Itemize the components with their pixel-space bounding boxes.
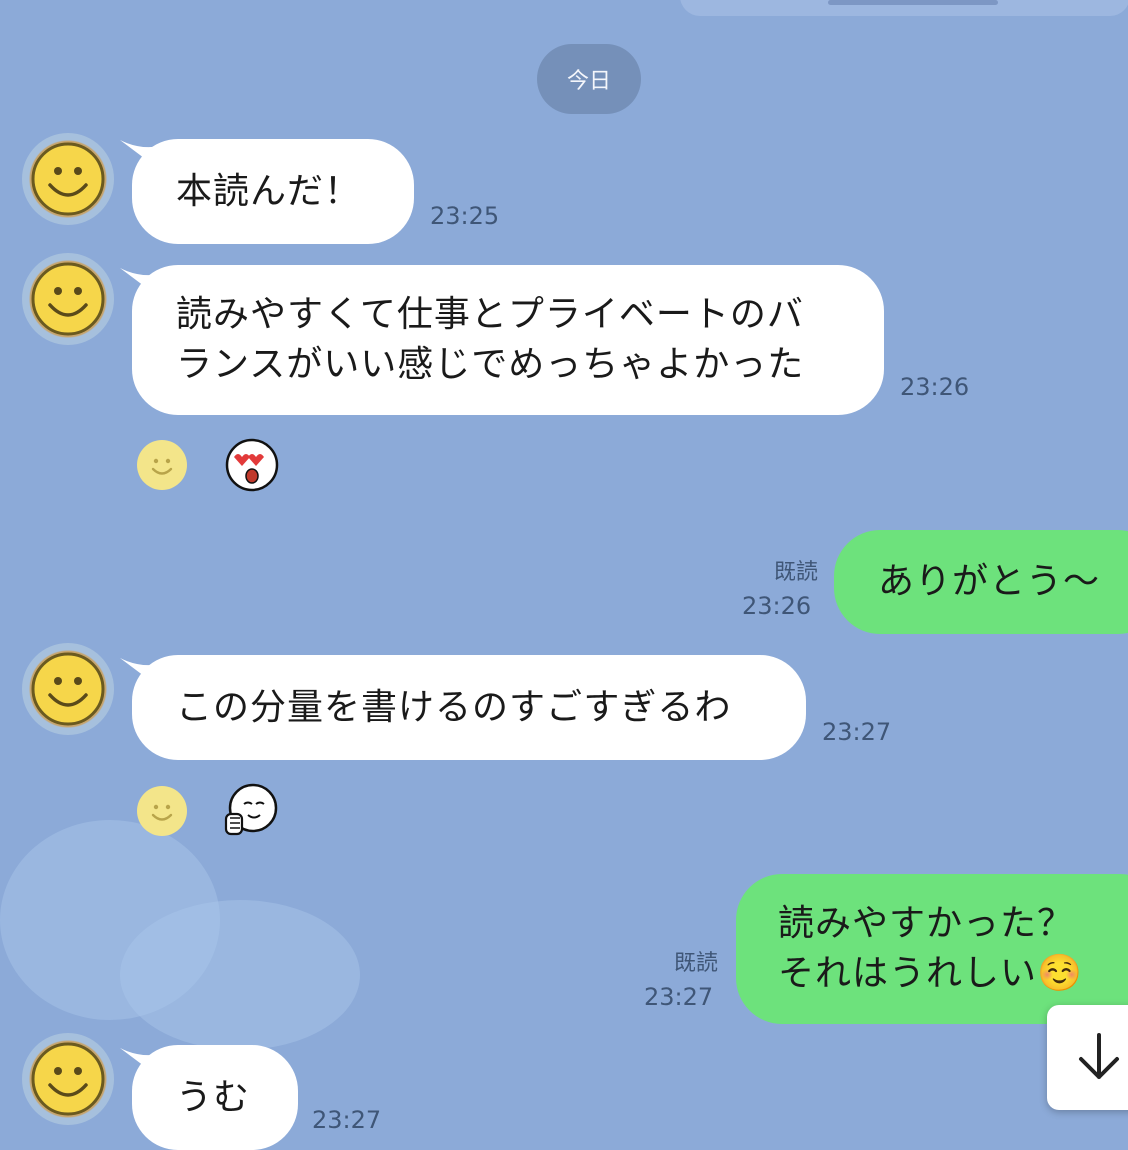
background-cloud	[120, 900, 360, 1050]
avatar[interactable]	[22, 1033, 114, 1125]
message-time: 23:27	[822, 718, 892, 746]
thumbs-up-sticker[interactable]	[222, 782, 278, 838]
message-bubble[interactable]: ありがとう〜	[834, 530, 1128, 634]
smile-icon[interactable]	[137, 786, 187, 836]
arrow-down-icon	[1079, 1033, 1119, 1079]
message-text: 本読んだ！	[176, 170, 362, 212]
read-status: 既読	[730, 557, 818, 589]
message-time: 23:26	[900, 373, 970, 401]
message-time: 23:25	[430, 202, 500, 230]
avatar[interactable]	[22, 133, 114, 225]
read-status: 既読	[630, 948, 718, 980]
message-bubble[interactable]: 読みやすかった？ それはうれしい☺️	[736, 874, 1128, 1024]
smiley-face-icon	[31, 262, 105, 336]
read-label: 既読	[673, 951, 718, 976]
date-divider: 今日	[537, 44, 641, 114]
smiley-face-icon	[31, 1042, 105, 1116]
message-time: 23:27	[644, 983, 714, 1011]
smiley-face-icon	[31, 652, 105, 726]
message-text-line: それはうれしい☺️	[778, 953, 1083, 994]
message-text-line: 読みやすくて仕事とプライベートのバ	[176, 294, 804, 335]
heart-eyes-sticker[interactable]	[224, 437, 280, 493]
smile-icon[interactable]	[137, 440, 187, 490]
message-bubble[interactable]: この分量を書けるのすごすぎるわ	[132, 655, 806, 760]
avatar[interactable]	[22, 253, 114, 345]
read-label: 既読	[773, 560, 818, 585]
message-bubble[interactable]: 本読んだ！	[132, 139, 414, 244]
message-time: 23:26	[742, 592, 812, 620]
message-bubble[interactable]: うむ	[132, 1045, 298, 1150]
message-text-line: ランスがいい感じでめっちゃよかった	[176, 344, 805, 385]
message-text-line: 読みやすかった？	[778, 903, 1075, 944]
scroll-to-bottom-button[interactable]	[1047, 1005, 1128, 1110]
message-time: 23:27	[312, 1106, 382, 1134]
message-text: ありがとう〜	[878, 561, 1101, 602]
avatar[interactable]	[22, 643, 114, 735]
message-bubble[interactable]: 読みやすくて仕事とプライベートのバ ランスがいい感じでめっちゃよかった	[132, 265, 884, 415]
smiley-face-icon	[31, 142, 105, 216]
message-text: うむ	[176, 1076, 251, 1118]
top-divider	[828, 0, 998, 5]
message-text: この分量を書けるのすごすぎるわ	[176, 686, 732, 728]
